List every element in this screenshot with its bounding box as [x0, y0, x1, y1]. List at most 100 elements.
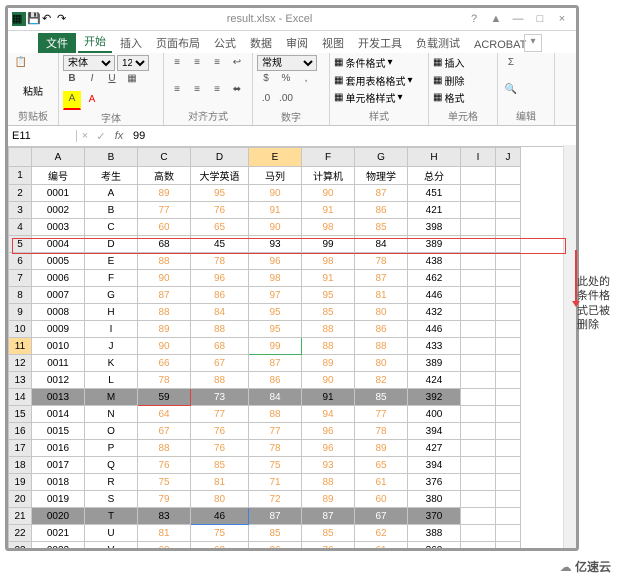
paste-icon[interactable]: 📋 — [12, 55, 30, 73]
cell[interactable]: 78 — [249, 440, 302, 457]
wrap-icon[interactable]: ↩ — [228, 55, 246, 73]
find-icon[interactable]: 🔍 — [502, 82, 520, 100]
cell[interactable]: 99 — [249, 338, 302, 355]
row-header[interactable]: 1 — [9, 167, 32, 185]
cell[interactable]: L — [85, 372, 138, 389]
cell[interactable]: 75 — [249, 457, 302, 474]
bold-icon[interactable]: B — [63, 71, 81, 89]
col-header[interactable]: E — [249, 148, 302, 167]
cell[interactable]: 86 — [355, 321, 408, 338]
cell[interactable]: 0010 — [32, 338, 85, 355]
col-header[interactable]: B — [85, 148, 138, 167]
row-header[interactable]: 19 — [9, 474, 32, 491]
dec-dec-icon[interactable]: .00 — [277, 91, 295, 109]
cell-style-icon[interactable]: ▦ — [334, 92, 343, 103]
cell[interactable]: 45 — [191, 236, 249, 253]
cell[interactable]: 91 — [302, 270, 355, 287]
cell[interactable]: 89 — [138, 185, 191, 202]
cell[interactable]: 83 — [138, 508, 191, 525]
cell[interactable]: 90 — [249, 219, 302, 236]
cell[interactable]: 95 — [249, 321, 302, 338]
cell-style-button[interactable]: 单元格样式 — [345, 90, 395, 105]
cell[interactable]: 66 — [138, 355, 191, 372]
currency-icon[interactable]: $ — [257, 71, 275, 89]
tab-layout[interactable]: 页面布局 — [150, 33, 206, 53]
cell[interactable]: 0021 — [32, 525, 85, 542]
cell[interactable]: 389 — [408, 355, 461, 372]
cell[interactable]: J — [85, 338, 138, 355]
row-header[interactable]: 14 — [9, 389, 32, 406]
tab-data[interactable]: 数据 — [244, 33, 278, 53]
row-header[interactable]: 11 — [9, 338, 32, 355]
row-header[interactable]: 18 — [9, 457, 32, 474]
cell[interactable]: R — [85, 474, 138, 491]
tab-view[interactable]: 视图 — [316, 33, 350, 53]
comma-icon[interactable]: , — [297, 71, 315, 89]
cell[interactable]: 81 — [191, 474, 249, 491]
cell[interactable]: 0003 — [32, 219, 85, 236]
cell[interactable]: 78 — [138, 372, 191, 389]
cell[interactable]: 物理学 — [355, 167, 408, 185]
cell[interactable]: 438 — [408, 253, 461, 270]
cell[interactable]: 65 — [355, 457, 408, 474]
cell[interactable]: 76 — [191, 423, 249, 440]
cell[interactable]: 88 — [138, 304, 191, 321]
row-header[interactable]: 5 — [9, 236, 32, 253]
col-header[interactable]: H — [408, 148, 461, 167]
cell[interactable]: P — [85, 440, 138, 457]
cell[interactable]: 75 — [191, 525, 249, 542]
col-header[interactable]: C — [138, 148, 191, 167]
align-right-icon[interactable]: ≡ — [208, 82, 226, 100]
table-format-icon[interactable]: ▦ — [334, 75, 343, 86]
cell[interactable]: 0022 — [32, 542, 85, 552]
cell[interactable]: 99 — [302, 236, 355, 253]
cell[interactable]: 82 — [355, 372, 408, 389]
cell[interactable]: 67 — [355, 508, 408, 525]
cell[interactable]: 59 — [138, 389, 191, 406]
cell[interactable]: 75 — [138, 474, 191, 491]
cell[interactable]: 85 — [355, 219, 408, 236]
vertical-scrollbar[interactable] — [563, 145, 576, 548]
cell[interactable]: 85 — [355, 389, 408, 406]
cell[interactable]: 80 — [191, 491, 249, 508]
cell[interactable]: 60 — [355, 491, 408, 508]
cell[interactable]: 高数 — [138, 167, 191, 185]
cell[interactable]: 85 — [249, 525, 302, 542]
cell[interactable]: K — [85, 355, 138, 372]
cell[interactable]: 68 — [191, 338, 249, 355]
cell[interactable]: 0007 — [32, 287, 85, 304]
cell[interactable]: 89 — [302, 355, 355, 372]
formula-bar[interactable]: 99 — [129, 130, 576, 142]
insert-icon[interactable]: ▦ — [433, 57, 442, 68]
cell[interactable]: 90 — [302, 185, 355, 202]
merge-icon[interactable]: ⬌ — [228, 82, 246, 100]
cell[interactable]: 0004 — [32, 236, 85, 253]
cell[interactable]: 0016 — [32, 440, 85, 457]
cell[interactable]: 78 — [355, 253, 408, 270]
cell[interactable]: 86 — [249, 372, 302, 389]
tab-insert[interactable]: 插入 — [114, 33, 148, 53]
cell[interactable]: 69 — [138, 542, 191, 552]
cell[interactable]: 380 — [408, 491, 461, 508]
cell[interactable]: 87 — [355, 185, 408, 202]
col-header[interactable]: F — [302, 148, 355, 167]
cell[interactable]: 96 — [302, 440, 355, 457]
help-icon[interactable]: ? — [464, 13, 484, 25]
cell[interactable]: 88 — [302, 474, 355, 491]
cell[interactable]: Q — [85, 457, 138, 474]
row-header[interactable]: 22 — [9, 525, 32, 542]
fx-cancel-icon[interactable]: × — [77, 130, 93, 142]
cell[interactable]: 77 — [191, 406, 249, 423]
cell[interactable]: 0013 — [32, 389, 85, 406]
cell[interactable]: 93 — [249, 236, 302, 253]
cell[interactable]: 总分 — [408, 167, 461, 185]
cell[interactable]: 389 — [408, 236, 461, 253]
cell[interactable]: 394 — [408, 457, 461, 474]
row-header[interactable]: 6 — [9, 253, 32, 270]
underline-icon[interactable]: U — [103, 71, 121, 89]
cell[interactable]: 79 — [138, 491, 191, 508]
cell[interactable]: 360 — [408, 542, 461, 552]
cell[interactable]: 88 — [249, 406, 302, 423]
ribbon-expand-icon[interactable]: ▾ — [524, 34, 542, 52]
cell[interactable]: 89 — [302, 491, 355, 508]
